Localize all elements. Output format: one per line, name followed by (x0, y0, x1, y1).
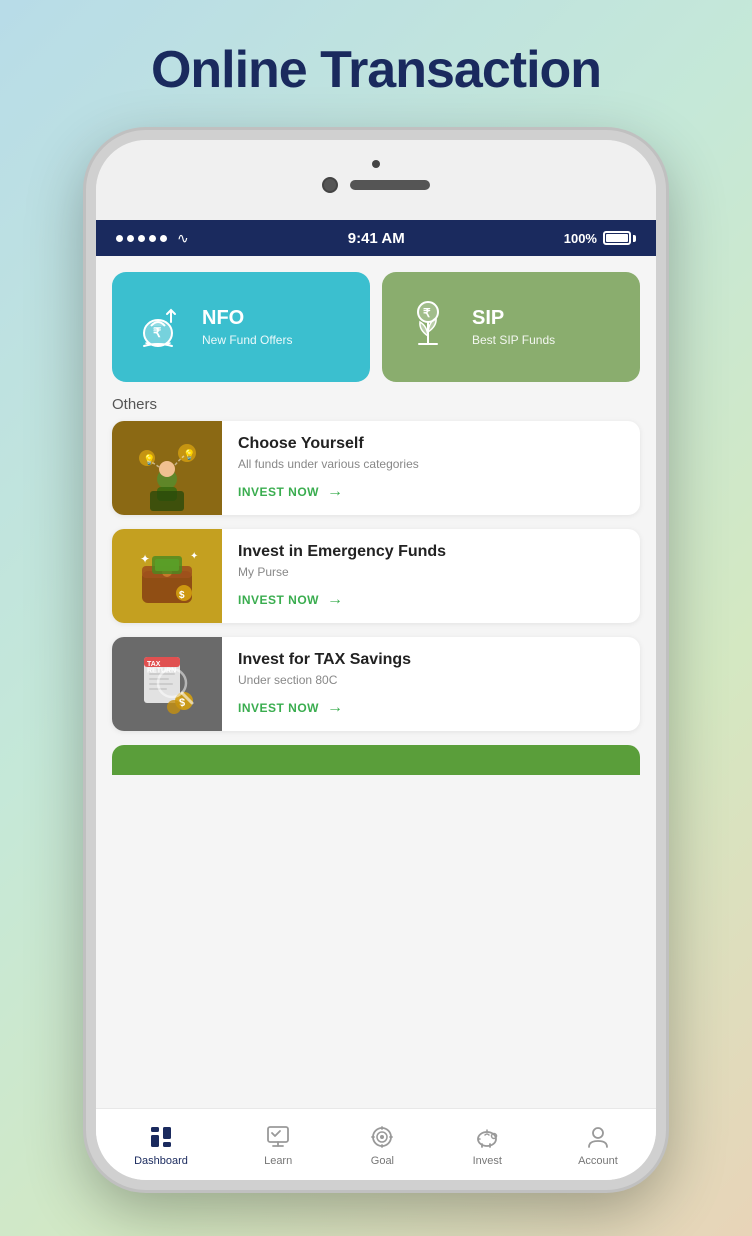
choose-image: 💡 💡 (112, 421, 222, 515)
emergency-invest-label: INVEST NOW (238, 593, 319, 607)
svg-text:₹: ₹ (153, 325, 162, 340)
battery-percent: 100% (564, 231, 597, 246)
camera-area (322, 177, 430, 193)
goal-label: Goal (371, 1155, 394, 1167)
choose-invest-button[interactable]: INVEST NOW → (238, 483, 624, 501)
screen-content: ₹ NFO New Fund Offers (96, 256, 656, 1108)
nfo-card[interactable]: ₹ NFO New Fund Offers (112, 272, 370, 382)
svg-text:$: $ (179, 590, 185, 601)
invest-label: Invest (473, 1155, 502, 1167)
svg-text:💡: 💡 (183, 448, 195, 461)
sip-title: SIP (472, 307, 555, 330)
sip-card[interactable]: ₹ SIP Best SIP Funds (382, 272, 640, 382)
nav-account[interactable]: Account (578, 1123, 618, 1167)
page-title: Online Transaction (151, 40, 601, 100)
top-dot (372, 160, 380, 168)
choose-title: Choose Yourself (238, 435, 624, 453)
bottom-nav: Dashboard Learn (96, 1108, 656, 1180)
emergency-image: $ ✦ ✦ (112, 529, 222, 623)
wifi-icon: ∿ (177, 230, 189, 247)
emergency-subtitle: My Purse (238, 565, 624, 579)
tax-content: Invest for TAX Savings Under section 80C… (222, 637, 640, 731)
list-item-choose[interactable]: 💡 💡 Choose Yourself All funds under vari… (112, 421, 640, 515)
status-time: 9:41 AM (348, 230, 405, 247)
partial-card (112, 745, 640, 775)
signal-dot-4 (149, 235, 156, 242)
signal-dot-5 (160, 235, 167, 242)
svg-text:✦: ✦ (140, 552, 150, 566)
emergency-content: Invest in Emergency Funds My Purse INVES… (222, 529, 640, 623)
signal-dot-1 (116, 235, 123, 242)
battery-tip (633, 235, 636, 242)
nav-invest[interactable]: Invest (473, 1123, 502, 1167)
nfo-card-text: NFO New Fund Offers (202, 307, 292, 347)
tax-image: TAX RETURN $ (112, 637, 222, 731)
battery-icon (603, 231, 636, 245)
nfo-title: NFO (202, 307, 292, 330)
dashboard-label: Dashboard (134, 1155, 188, 1167)
sip-subtitle: Best SIP Funds (472, 333, 555, 347)
battery-body (603, 231, 631, 245)
choose-arrow-icon: → (327, 483, 344, 501)
account-icon (584, 1123, 612, 1151)
status-bar: ∿ 9:41 AM 100% (96, 220, 656, 256)
learn-label: Learn (264, 1155, 292, 1167)
nfo-icon: ₹ (128, 297, 188, 357)
nfo-subtitle: New Fund Offers (202, 333, 292, 347)
front-camera-icon (322, 177, 338, 193)
goal-icon (368, 1123, 396, 1151)
top-cards: ₹ NFO New Fund Offers (112, 272, 640, 382)
emergency-title: Invest in Emergency Funds (238, 543, 624, 561)
tax-title: Invest for TAX Savings (238, 651, 624, 669)
emergency-invest-button[interactable]: INVEST NOW → (238, 591, 624, 609)
sip-card-text: SIP Best SIP Funds (472, 307, 555, 347)
svg-text:₹: ₹ (423, 306, 431, 320)
tax-subtitle: Under section 80C (238, 673, 624, 687)
svg-text:✦: ✦ (190, 551, 198, 562)
sip-icon: ₹ (398, 297, 458, 357)
invest-icon (473, 1123, 501, 1151)
phone-top (96, 140, 656, 220)
emergency-arrow-icon: → (327, 591, 344, 609)
tax-arrow-icon: → (327, 699, 344, 717)
learn-icon (264, 1123, 292, 1151)
others-label: Others (112, 396, 640, 413)
signal-dot-2 (127, 235, 134, 242)
list-item-emergency[interactable]: $ ✦ ✦ Invest in Emergency Funds My Purse… (112, 529, 640, 623)
signal-dots: ∿ (116, 230, 189, 247)
nav-dashboard[interactable]: Dashboard (134, 1123, 188, 1167)
nav-goal[interactable]: Goal (368, 1123, 396, 1167)
phone-screen: ∿ 9:41 AM 100% (96, 220, 656, 1180)
tax-invest-button[interactable]: INVEST NOW → (238, 699, 624, 717)
nav-learn[interactable]: Learn (264, 1123, 292, 1167)
choose-invest-label: INVEST NOW (238, 485, 319, 499)
choose-subtitle: All funds under various categories (238, 457, 624, 471)
dashboard-icon (147, 1123, 175, 1151)
status-right: 100% (564, 231, 636, 246)
choose-content: Choose Yourself All funds under various … (222, 421, 640, 515)
speaker (350, 180, 430, 190)
signal-dot-3 (138, 235, 145, 242)
list-item-tax[interactable]: TAX RETURN $ (112, 637, 640, 731)
account-label: Account (578, 1155, 618, 1167)
tax-invest-label: INVEST NOW (238, 701, 319, 715)
battery-fill (606, 234, 628, 242)
phone-frame: ∿ 9:41 AM 100% (86, 130, 666, 1190)
